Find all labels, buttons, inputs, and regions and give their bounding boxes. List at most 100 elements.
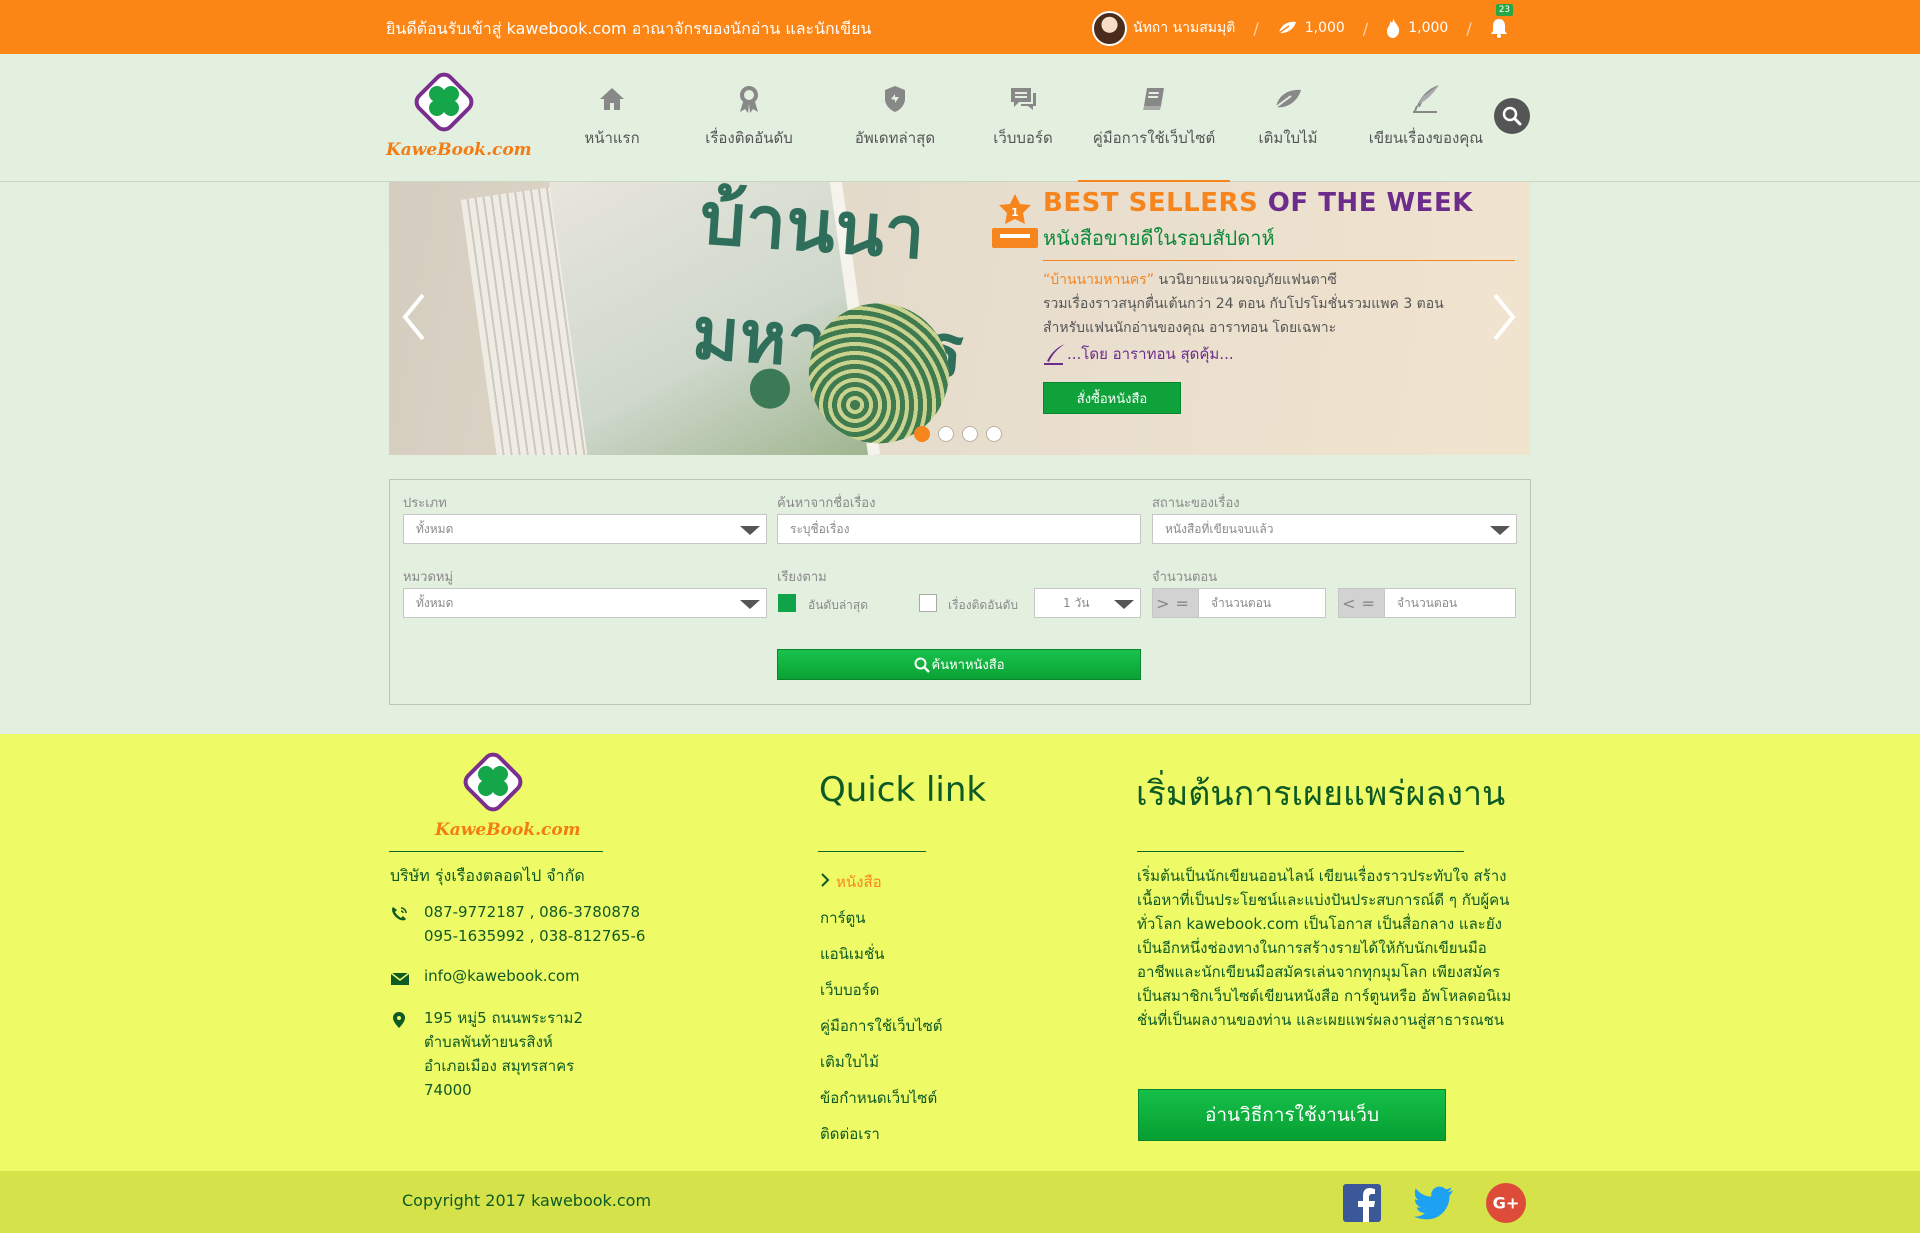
book-author: ...โดย อาราทอน สุดคุ้ม... bbox=[1043, 342, 1234, 366]
slide-dot[interactable] bbox=[986, 426, 1002, 442]
search-button[interactable] bbox=[1494, 98, 1530, 134]
nav-ranking[interactable]: เรื่องติดอันดับ bbox=[676, 54, 822, 182]
award-icon bbox=[740, 86, 758, 113]
episodes-label: จำนวนตอน bbox=[1152, 570, 1218, 585]
username[interactable]: นัทถา นามสมมุติ bbox=[1133, 17, 1235, 39]
status-select[interactable]: หนังสือที่เขียนจบแล้ว bbox=[1152, 514, 1517, 544]
period-select[interactable]: 1 วัน bbox=[1034, 588, 1141, 618]
search-icon bbox=[914, 657, 930, 673]
leaf-icon bbox=[1278, 21, 1296, 34]
update-shield-icon bbox=[885, 86, 905, 112]
divider bbox=[1137, 851, 1464, 852]
facebook-button[interactable] bbox=[1342, 1183, 1382, 1223]
fire-balance[interactable]: 1,000 bbox=[1386, 18, 1448, 38]
nav-home[interactable]: หน้าแรก bbox=[548, 54, 676, 182]
nav-label: เขียนเรื่องของคุณ bbox=[1368, 129, 1484, 147]
welcome-text: ยินดีต้อนรับเข้าสู่ kawebook.com อาณาจัก… bbox=[386, 19, 872, 38]
start-publishing-title: เริ่มต้นการเผยแพร่ผลงาน bbox=[1136, 774, 1506, 814]
nav-label: เรื่องติดอันดับ bbox=[705, 129, 793, 147]
sort-ranking-checkbox[interactable] bbox=[919, 594, 937, 612]
category-label: หมวดหมู่ bbox=[403, 570, 454, 585]
bell-icon bbox=[1490, 19, 1507, 38]
next-slide-arrow-icon[interactable] bbox=[1491, 292, 1517, 342]
svg-text:G+: G+ bbox=[1493, 1194, 1520, 1213]
sort-label: เรียงตาม bbox=[777, 570, 827, 585]
location-pin-icon bbox=[393, 1012, 405, 1028]
slide-dot[interactable] bbox=[914, 426, 930, 442]
quick-link-cartoon[interactable]: การ์ตูน bbox=[820, 900, 943, 936]
episodes-min-input[interactable]: จำนวนตอน bbox=[1198, 588, 1326, 618]
quick-link-contact[interactable]: ติดต่อเรา bbox=[820, 1116, 943, 1152]
home-icon bbox=[600, 88, 624, 110]
type-select[interactable]: ทั้งหมด bbox=[403, 514, 767, 544]
leaf-balance[interactable]: 1,000 bbox=[1277, 20, 1345, 36]
email-link[interactable]: info@kawebook.com bbox=[424, 964, 580, 988]
bottom-bar: Copyright 2017 kawebook.com G+ bbox=[0, 1171, 1920, 1233]
quick-link-animation[interactable]: แอนิเมชั่น bbox=[820, 936, 943, 972]
best-sellers-subtitle: หนังสือขายดีในรอบสัปดาห์ bbox=[1043, 226, 1275, 250]
company-name: บริษัท รุ่งเรืองตลอดไป จำกัด bbox=[390, 866, 585, 885]
quill-icon bbox=[1413, 85, 1439, 113]
logo-text: KaweBook.com bbox=[386, 140, 532, 160]
main-nav: หน้าแรก เรื่องติดอันดับ อัพเดทล่าสุด เว็… bbox=[548, 54, 1506, 184]
nav-label: หน้าแรก bbox=[584, 129, 640, 147]
avatar[interactable] bbox=[1092, 10, 1127, 46]
slide-dot[interactable] bbox=[962, 426, 978, 442]
nav-webboard[interactable]: เว็บบอร์ด bbox=[968, 54, 1078, 182]
quick-link-webboard[interactable]: เว็บบอร์ด bbox=[820, 972, 943, 1008]
episodes-max-input[interactable]: จำนวนตอน bbox=[1384, 588, 1516, 618]
google-plus-icon: G+ bbox=[1486, 1183, 1526, 1223]
type-label: ประเภท bbox=[403, 496, 447, 511]
best-seller-rank-icon: 1 bbox=[992, 194, 1038, 248]
title-search-input[interactable]: ระบุชื่อเรื่อง bbox=[777, 514, 1141, 544]
nav-manual[interactable]: คู่มือการใช้เว็บไซต์ bbox=[1078, 54, 1230, 184]
nav-latest[interactable]: อัพเดทล่าสุด bbox=[822, 54, 968, 182]
top-bar: ยินดีต้อนรับเข้าสู่ kawebook.com อาณาจัก… bbox=[0, 0, 1920, 54]
divider: / bbox=[1362, 18, 1369, 38]
best-sellers-title: BEST SELLERS OF THE WEEK bbox=[1043, 188, 1473, 218]
search-books-button[interactable]: ค้นหาหนังสือ bbox=[777, 649, 1141, 680]
quick-link-terms[interactable]: ข้อกำหนดเว็บไซต์ bbox=[820, 1080, 943, 1116]
chevron-down-icon bbox=[1114, 600, 1134, 609]
twitter-button[interactable] bbox=[1414, 1183, 1454, 1223]
book-search-form: ประเภท ทั้งหมด ค้นหาจากชื่อเรื่อง ระบุชื… bbox=[389, 479, 1531, 705]
slide-dot[interactable] bbox=[938, 426, 954, 442]
divider bbox=[818, 851, 926, 852]
rank-number: 1 bbox=[1011, 206, 1019, 219]
quick-links: หนังสือ การ์ตูน แอนิเมชั่น เว็บบอร์ด คู่… bbox=[820, 864, 943, 1152]
footer-logo[interactable]: KaweBook.com bbox=[435, 748, 581, 844]
google-plus-button[interactable]: G+ bbox=[1486, 1183, 1526, 1223]
buy-book-button[interactable]: สั่งซื้อหนังสือ bbox=[1043, 382, 1181, 414]
nav-label: อัพเดทล่าสุด bbox=[854, 129, 936, 147]
slide-indicators bbox=[914, 426, 1002, 442]
book-image: บ้านนามหานคร bbox=[458, 182, 966, 455]
operator-gte: >= bbox=[1152, 588, 1199, 618]
facebook-icon bbox=[1343, 1184, 1381, 1222]
how-to-use-button[interactable]: อ่านวิธีการใช้งานเว็บ bbox=[1138, 1089, 1446, 1141]
mail-icon bbox=[390, 972, 410, 985]
divider bbox=[1043, 260, 1515, 261]
nav-topup[interactable]: เติมใบไม้ bbox=[1230, 54, 1346, 182]
email-info: info@kawebook.com bbox=[390, 964, 580, 993]
prev-slide-arrow-icon[interactable] bbox=[401, 292, 427, 342]
clover-logo-icon bbox=[414, 72, 474, 132]
main-header: KaweBook.com หน้าแรก เรื่องติดอันดับ อัพ… bbox=[0, 54, 1920, 184]
quick-link-manual[interactable]: คู่มือการใช้เว็บไซต์ bbox=[820, 1008, 943, 1044]
nav-write[interactable]: เขียนเรื่องของคุณ bbox=[1346, 54, 1506, 182]
quick-link-topup[interactable]: เติมใบไม้ bbox=[820, 1044, 943, 1080]
notification-badge: 23 bbox=[1495, 4, 1514, 16]
notification-button[interactable]: 23 bbox=[1490, 4, 1514, 38]
divider bbox=[389, 851, 603, 852]
twitter-icon bbox=[1414, 1186, 1454, 1220]
sort-latest-checkbox[interactable] bbox=[778, 594, 796, 612]
start-publishing-description: เริ่มต้นเป็นนักเขียนออนไลน์ เขียนเรื่องร… bbox=[1137, 867, 1512, 1029]
site-logo[interactable]: KaweBook.com bbox=[386, 68, 532, 168]
chevron-down-icon bbox=[740, 526, 760, 535]
leaf-icon bbox=[1275, 89, 1301, 108]
phone-icon bbox=[392, 907, 407, 921]
hero-banner: บ้านนามหานคร 1 BEST SELLERS OF THE WEEK … bbox=[389, 182, 1530, 455]
quick-link-books[interactable]: หนังสือ bbox=[820, 864, 943, 900]
chevron-down-icon bbox=[740, 600, 760, 609]
search-icon bbox=[1502, 106, 1522, 126]
category-select[interactable]: ทั้งหมด bbox=[403, 588, 767, 618]
